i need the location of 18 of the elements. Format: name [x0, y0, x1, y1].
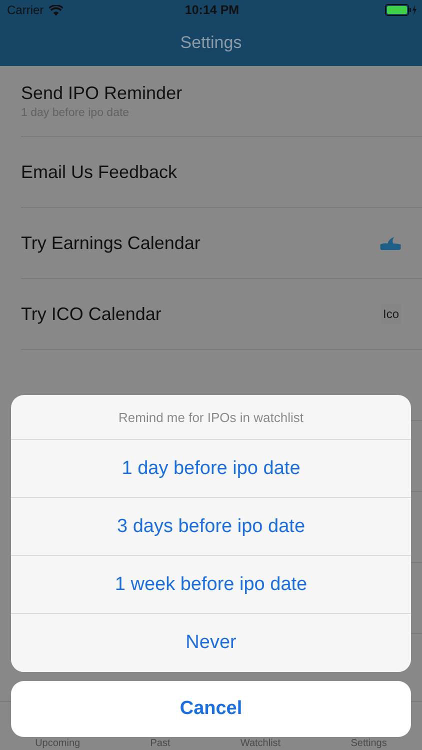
- row-title: Try Earnings Calendar: [21, 232, 200, 254]
- row-title: Try ICO Calendar: [21, 304, 162, 324]
- wave-icon: [380, 236, 401, 250]
- tab-label[interactable]: Upcoming: [35, 738, 80, 750]
- row-title: Email Us Feedback: [21, 162, 178, 182]
- settings-row[interactable]: Email Us Feedback: [21, 137, 422, 208]
- settings-row[interactable]: Try Earnings Calendar: [21, 208, 422, 279]
- tab-label[interactable]: Past: [150, 738, 170, 750]
- nav-title: Settings: [180, 33, 242, 53]
- status-time: 10:14 PM: [184, 3, 240, 17]
- cancel-button[interactable]: Cancel: [11, 681, 411, 737]
- settings-row[interactable]: Try ICO Calendar Ico: [21, 279, 422, 350]
- battery-icon: [384, 4, 417, 16]
- tab-label[interactable]: Settings: [350, 738, 387, 750]
- carrier-label: Carrier: [7, 3, 44, 17]
- tab-label[interactable]: Watchlist: [240, 738, 281, 750]
- row-title: Send IPO Reminder: [21, 83, 182, 104]
- wifi-icon: [48, 4, 63, 16]
